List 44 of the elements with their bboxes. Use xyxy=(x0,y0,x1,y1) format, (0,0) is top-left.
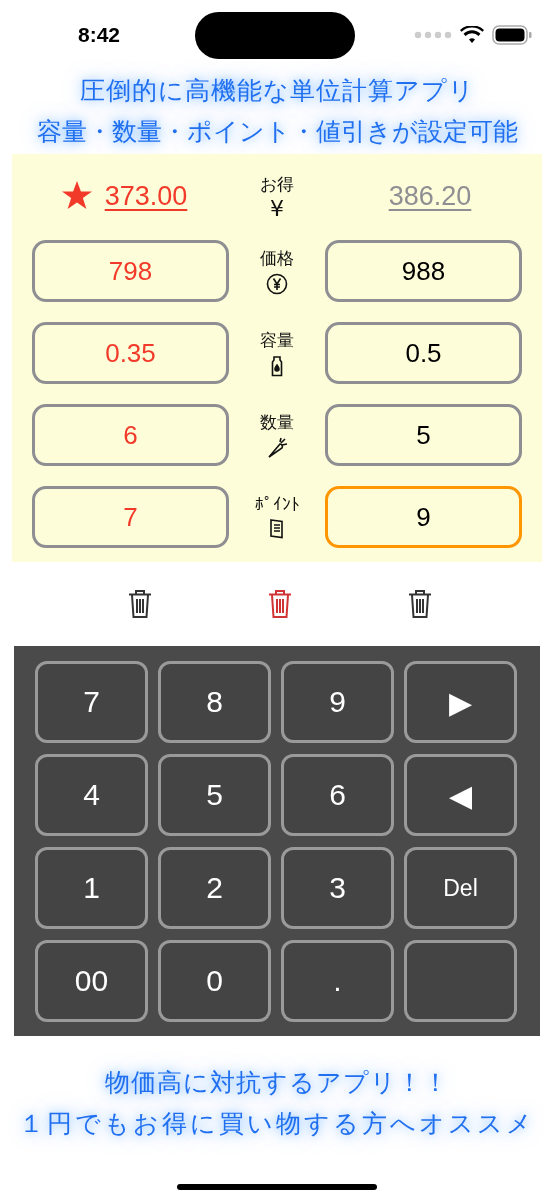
label-text: 数量 xyxy=(260,410,294,434)
key-button[interactable]: ▶ xyxy=(404,661,517,743)
input-field[interactable]: 6 xyxy=(32,404,229,466)
headline-text: 圧倒的に高機能な単位計算アプリ xyxy=(79,75,475,107)
yen-symbol: ¥ xyxy=(270,197,284,220)
label-text: お得 xyxy=(260,172,294,196)
footer-text: １円でもお得に買い物する方へオススメ xyxy=(19,1108,535,1140)
result-value: 373.00 xyxy=(104,180,188,212)
key-button[interactable]: 2 xyxy=(158,847,271,929)
key-button[interactable]: ◀ xyxy=(404,754,517,836)
key-button[interactable]: 5 xyxy=(158,754,271,836)
key-button[interactable]: 7 xyxy=(35,661,148,743)
key-button[interactable]: 3 xyxy=(281,847,394,929)
label-text: 価格 xyxy=(260,246,294,270)
input-field[interactable]: 9 xyxy=(325,486,522,548)
trash-icon[interactable] xyxy=(127,589,153,619)
key-button[interactable]: 0 xyxy=(158,940,271,1022)
key-button[interactable]: 9 xyxy=(281,661,394,743)
input-field[interactable]: 0.35 xyxy=(32,322,229,384)
footer-text: 物価高に対抗するアプリ！！ xyxy=(105,1067,449,1099)
input-field[interactable]: 7 xyxy=(32,486,229,548)
battery-icon xyxy=(492,25,532,45)
wifi-icon xyxy=(460,26,484,44)
label-text: 容量 xyxy=(260,328,294,352)
trash-icon[interactable] xyxy=(407,589,433,619)
key-button[interactable]: Del xyxy=(404,847,517,929)
label-text: ﾎﾟｲﾝﾄ xyxy=(254,494,300,514)
yen-coin-icon xyxy=(266,271,288,296)
key-button[interactable]: 6 xyxy=(281,754,394,836)
key-button[interactable]: 1 xyxy=(35,847,148,929)
result-value: 386.20 xyxy=(388,180,472,212)
signal-icon xyxy=(414,31,452,39)
input-field[interactable]: 798 xyxy=(32,240,229,302)
input-field[interactable]: 988 xyxy=(325,240,522,302)
key-button[interactable]: 00 xyxy=(35,940,148,1022)
key-button[interactable]: . xyxy=(281,940,394,1022)
status-time: 8:42 xyxy=(78,23,121,47)
headline-text: 容量・数量・ポイント・値引きが設定可能 xyxy=(36,116,518,148)
key-button[interactable]: 4 xyxy=(35,754,148,836)
carrot-icon xyxy=(266,435,288,460)
blank-key[interactable] xyxy=(404,940,517,1022)
key-button[interactable]: 8 xyxy=(158,661,271,743)
input-field[interactable]: 0.5 xyxy=(325,322,522,384)
input-field[interactable]: 5 xyxy=(325,404,522,466)
